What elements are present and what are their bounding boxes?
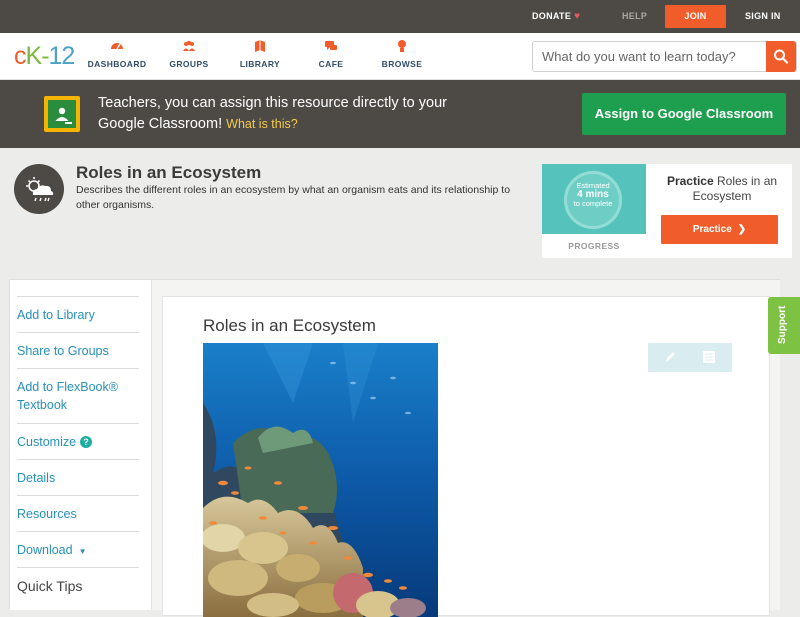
logo-k: K: [25, 42, 43, 70]
top-utility-bar: DONATE ♥ HELP JOIN SIGN IN: [0, 0, 800, 33]
nav-dashboard[interactable]: DASHBOARD: [82, 39, 152, 69]
donate-link[interactable]: DONATE ♥: [532, 0, 580, 33]
sidebar-item-quick-tips[interactable]: Quick Tips: [17, 567, 139, 595]
logo-dash: -: [41, 42, 49, 70]
estimate-mins: 4 mins: [577, 189, 609, 200]
sidebar-item-label: Add to FlexBook® Textbook: [17, 380, 118, 412]
estimate-line3: to complete: [573, 199, 613, 208]
sidebar-item-label: Details: [17, 471, 56, 485]
sidebar-item-label: Customize: [17, 435, 77, 449]
nav-dashboard-label: DASHBOARD: [87, 59, 147, 69]
main-nav-bar: cK-12 DASHBOARD GROUPS LIBRARY CAFE BROW…: [0, 33, 800, 80]
notes-icon[interactable]: [701, 349, 717, 365]
join-button[interactable]: JOIN: [665, 5, 726, 28]
nav-groups[interactable]: GROUPS: [154, 39, 224, 69]
classroom-message: Teachers, you can assign this resource d…: [98, 93, 458, 135]
browse-icon: [398, 40, 406, 52]
article-title: Roles in an Ecosystem: [203, 316, 376, 335]
progress-visual: Estimated 4 mins to complete: [542, 164, 646, 234]
sidebar-item-share-to-groups[interactable]: Share to Groups: [17, 332, 139, 360]
support-tab[interactable]: Support: [768, 297, 800, 354]
sidebar-item-add-to-flexbook[interactable]: Add to FlexBook® Textbook: [17, 368, 139, 414]
sidebar-item-resources[interactable]: Resources: [17, 495, 139, 523]
sidebar-item-label: Quick Tips: [17, 578, 83, 594]
logo-num: 12: [48, 42, 76, 70]
sidebar-item-label: Add to Library: [17, 308, 95, 322]
nav-library[interactable]: LIBRARY: [225, 39, 295, 69]
pencil-icon[interactable]: [662, 349, 678, 365]
nav-groups-label: GROUPS: [169, 59, 209, 69]
sidebar-item-download-row: Download ▼: [17, 532, 139, 561]
sidebar-item-label: Share to Groups: [17, 344, 109, 358]
topic-description: Describes the different roles in an ecos…: [76, 184, 511, 211]
topic-header: Roles in an Ecosystem Describes the diff…: [0, 148, 800, 278]
article-card: Roles in an Ecosystem: [162, 296, 770, 617]
groups-icon: [183, 40, 195, 51]
search-button[interactable]: [766, 41, 796, 72]
practice-heading-bold: Practice: [666, 174, 714, 188]
coral-reef-image: [203, 343, 438, 617]
progress-label: PROGRESS: [568, 241, 620, 251]
search-icon: [774, 49, 789, 64]
sidebar-item-customize[interactable]: Customize?: [17, 423, 139, 451]
practice-card: Estimated 4 mins to complete PROGRESS Pr…: [542, 164, 792, 258]
sidebar-item-label: Resources: [17, 507, 77, 521]
cafe-icon: [325, 41, 337, 50]
donate-label: DONATE: [532, 11, 572, 21]
estimate-text: Estimated 4 mins to complete: [564, 181, 622, 208]
ck12-logo[interactable]: cK-12: [14, 42, 76, 71]
dashboard-icon: [111, 43, 123, 50]
nav-browse-label: BROWSE: [381, 59, 423, 69]
help-link[interactable]: HELP: [622, 0, 647, 33]
sidebar-item-customize-row: Customize?: [17, 424, 139, 451]
nav-library-label: LIBRARY: [239, 59, 281, 69]
article-tools: [648, 343, 732, 372]
nav-cafe-label: CAFE: [318, 59, 344, 69]
caret-down-icon: ▼: [78, 547, 87, 556]
sidebar-item-download[interactable]: Download ▼: [17, 531, 139, 561]
weather-cloud-icon: [14, 164, 64, 214]
nav-cafe[interactable]: CAFE: [296, 39, 366, 69]
sidebar-item-label: Download: [17, 543, 73, 557]
sign-in-link[interactable]: SIGN IN: [745, 0, 781, 33]
library-icon: [255, 40, 265, 52]
google-classroom-banner: Teachers, you can assign this resource d…: [0, 80, 800, 148]
sidebar-item-add-to-library[interactable]: Add to Library: [17, 296, 139, 324]
page-title: Roles in an Ecosystem: [76, 163, 262, 182]
sidebar-item-details[interactable]: Details: [17, 459, 139, 487]
practice-button[interactable]: Practice ❯: [661, 215, 778, 244]
nav-browse[interactable]: BROWSE: [367, 39, 437, 69]
what-is-this-link[interactable]: What is this?: [226, 117, 298, 131]
search-input[interactable]: [533, 42, 769, 71]
practice-button-label: Practice: [692, 224, 732, 235]
help-question-icon[interactable]: ?: [80, 436, 93, 448]
main-panel: Roles in an Ecosystem: [152, 280, 780, 617]
search-box: [532, 41, 797, 72]
google-classroom-icon: [44, 96, 80, 132]
practice-heading: Practice Roles in an Ecosystem: [652, 174, 792, 204]
assign-to-classroom-button[interactable]: Assign to Google Classroom: [582, 93, 786, 135]
sidebar: Add to Library Share to Groups Add to Fl…: [10, 280, 152, 610]
chevron-right-icon: ❯: [737, 224, 747, 235]
logo-c: c: [14, 42, 26, 70]
support-label: Support: [777, 305, 788, 344]
heart-icon: ♥: [574, 11, 581, 22]
content-area: Add to Library Share to Groups Add to Fl…: [9, 279, 780, 617]
